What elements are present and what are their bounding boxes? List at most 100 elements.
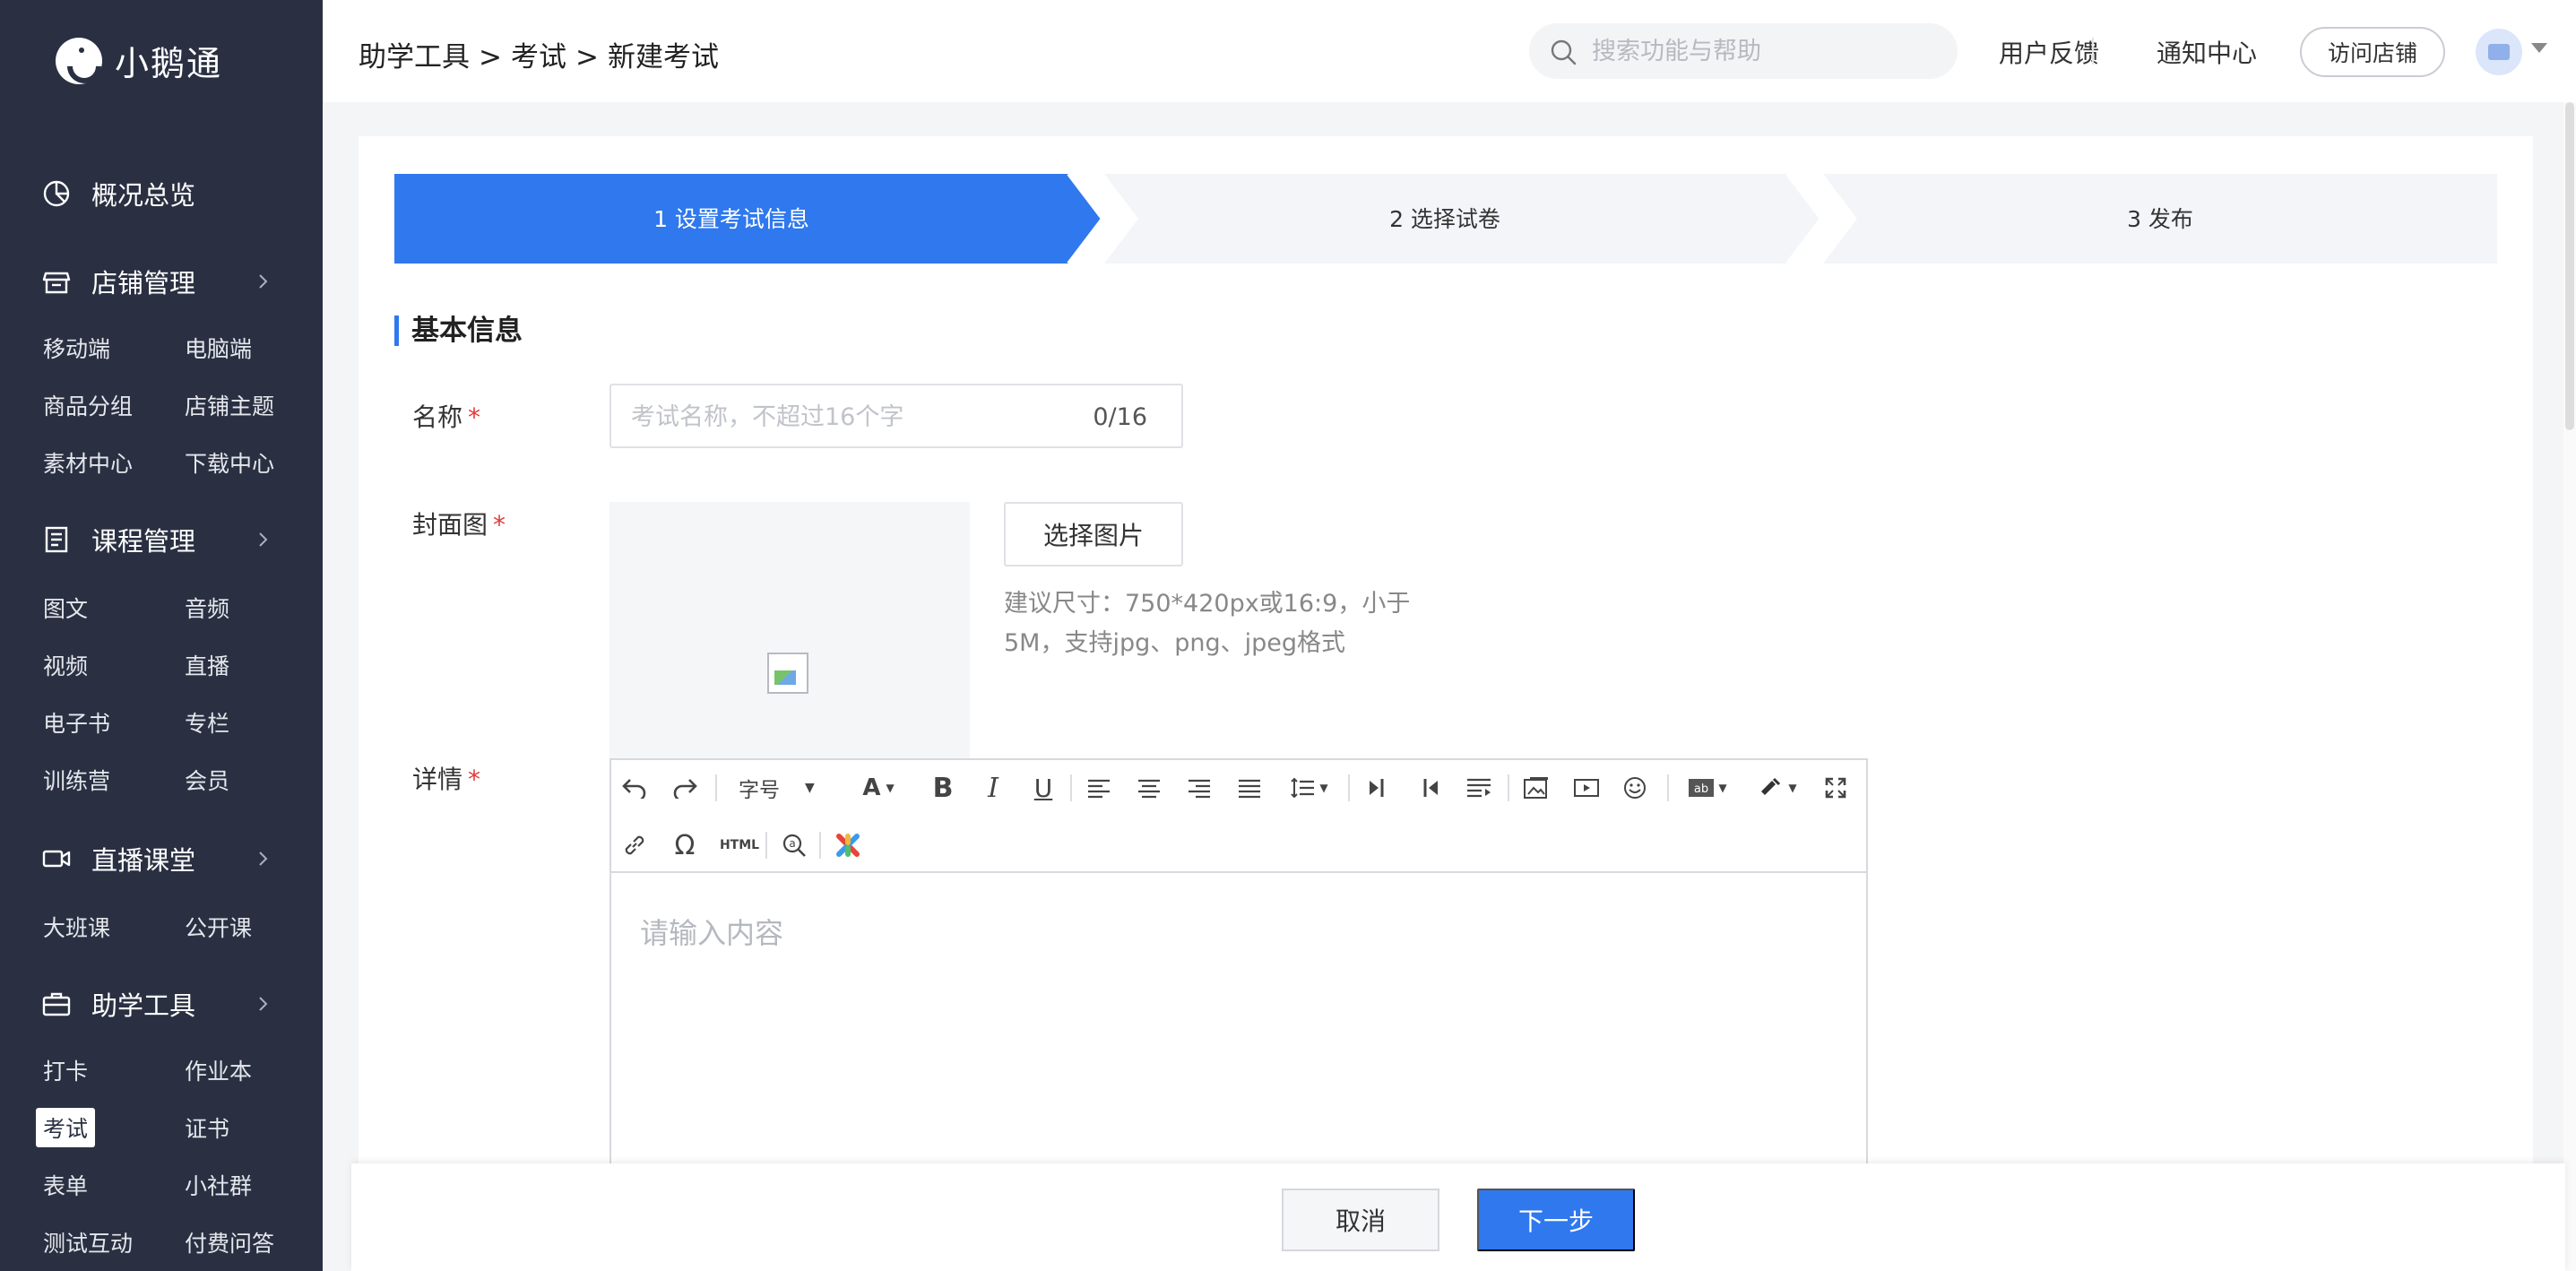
breadcrumb: 助学工具 > 考试 > 新建考试: [359, 34, 719, 74]
font-color-icon[interactable]: A ▼: [851, 771, 905, 805]
nav-group-store[interactable]: 店铺管理: [41, 262, 278, 301]
scrollbar[interactable]: [2563, 102, 2576, 1271]
visit-store-button[interactable]: 访问店铺: [2300, 27, 2445, 77]
divider: [2092, 38, 2094, 65]
indent-left-icon[interactable]: [1361, 771, 1396, 805]
sidebar-item-mobile[interactable]: 移动端: [43, 332, 110, 364]
nav-group-live-class[interactable]: 直播课堂: [41, 839, 278, 878]
cancel-button[interactable]: 取消: [1282, 1189, 1439, 1251]
sidebar-item-member[interactable]: 会员: [185, 764, 229, 796]
sidebar-item-material[interactable]: 素材中心: [43, 446, 133, 479]
fullscreen-icon[interactable]: [1818, 771, 1854, 805]
nav-overview[interactable]: 概况总览: [41, 174, 278, 213]
breadcrumb-item-exam[interactable]: 考试: [511, 41, 566, 73]
align-center-icon[interactable]: [1131, 771, 1167, 805]
undo-icon[interactable]: [617, 771, 653, 805]
redo-icon[interactable]: [667, 771, 703, 805]
chevron-right-icon: [259, 274, 268, 289]
sidebar-item-product-group[interactable]: 商品分组: [43, 389, 133, 421]
sidebar-item-homework[interactable]: 作业本: [185, 1054, 252, 1086]
search-icon: [1551, 39, 1577, 65]
underline-icon[interactable]: U: [1025, 771, 1061, 805]
breadcrumb-separator: >: [575, 41, 599, 73]
sidebar-item-ebook[interactable]: 电子书: [43, 706, 110, 739]
brand-logo-icon: [56, 37, 102, 84]
indent-right-icon[interactable]: [1411, 771, 1447, 805]
document-icon: [45, 526, 68, 553]
detail-label-text: 详情: [412, 765, 463, 794]
html-source-icon[interactable]: HTML: [717, 828, 762, 862]
sidebar-item-exam[interactable]: 考试: [36, 1108, 96, 1147]
nav-overview-label: 概况总览: [91, 180, 196, 211]
nav-group-tools[interactable]: 助学工具: [41, 984, 278, 1024]
bold-icon[interactable]: B: [925, 771, 961, 805]
sidebar-item-camp[interactable]: 训练营: [43, 764, 110, 796]
sidebar-item-download[interactable]: 下载中心: [185, 446, 274, 479]
avatar[interactable]: [2476, 29, 2522, 75]
feedback-link[interactable]: 用户反馈: [1999, 34, 2099, 70]
steps-bar: 1 设置考试信息 2 选择试卷 3 发布: [394, 174, 2497, 264]
name-input[interactable]: [631, 398, 1061, 436]
sidebar-item-paid-qa[interactable]: 付费问答: [185, 1226, 274, 1258]
toolbar-separator: [1070, 774, 1072, 801]
chevron-right-icon: [259, 532, 268, 547]
sidebar-item-certificate[interactable]: 证书: [185, 1111, 229, 1144]
broken-image-icon: [767, 653, 808, 694]
align-right-icon[interactable]: [1181, 771, 1217, 805]
brand[interactable]: 小鹅通: [56, 36, 222, 85]
step-2-label: 2 选择试卷: [1389, 206, 1500, 232]
text-indent-icon[interactable]: [1461, 771, 1497, 805]
editor-toolbar: 字号 ▼ A ▼ B I U ▼ ab ▼ ▼ Ω HTML a: [611, 760, 1866, 873]
name-label-text: 名称: [412, 402, 463, 432]
sidebar-item-article[interactable]: 图文: [43, 592, 88, 624]
special-char-icon[interactable]: Ω: [667, 828, 703, 862]
notification-center-link[interactable]: 通知中心: [2157, 34, 2257, 70]
emoji-icon[interactable]: [1617, 771, 1653, 805]
sidebar-item-pc[interactable]: 电脑端: [185, 332, 252, 364]
toolbar-separator: [1508, 774, 1509, 801]
sidebar-item-store-theme[interactable]: 店铺主题: [185, 389, 274, 421]
font-size-dropdown[interactable]: 字号 ▼: [728, 771, 826, 805]
toolbar-separator: [715, 774, 717, 801]
sidebar-item-open-class[interactable]: 公开课: [185, 911, 252, 943]
line-height-icon[interactable]: ▼: [1280, 771, 1337, 805]
sidebar-item-community[interactable]: 小社群: [185, 1169, 252, 1201]
breadcrumb-item-new-exam: 新建考试: [607, 41, 719, 73]
nav-group-label: 课程管理: [91, 526, 196, 557]
caret-down-icon: ▼: [805, 781, 815, 795]
sidebar-item-big-class[interactable]: 大班课: [43, 911, 110, 943]
align-left-icon[interactable]: [1081, 771, 1117, 805]
link-icon[interactable]: [617, 828, 653, 862]
editor-placeholder[interactable]: 请输入内容: [640, 911, 783, 952]
cover-label-text: 封面图: [412, 510, 488, 540]
cover-label: 封面图 *: [412, 506, 506, 541]
italic-icon[interactable]: I: [975, 771, 1011, 805]
sidebar-item-live[interactable]: 直播: [185, 649, 229, 681]
sidebar-item-checkin[interactable]: 打卡: [43, 1054, 88, 1086]
caret-down-icon[interactable]: [2531, 43, 2547, 53]
align-justify-icon[interactable]: [1232, 771, 1267, 805]
action-bar: 取消 下一步: [351, 1163, 2565, 1271]
plugin-icon[interactable]: [830, 828, 866, 862]
search-box[interactable]: [1529, 23, 1958, 79]
topbar: 助学工具>考试>新建考试 用户反馈 通知中心 访问店铺: [323, 0, 2576, 102]
next-step-button[interactable]: 下一步: [1477, 1189, 1635, 1251]
insert-video-icon[interactable]: [1569, 771, 1604, 805]
sidebar-item-video[interactable]: 视频: [43, 649, 88, 681]
nav-group-label: 店铺管理: [91, 268, 196, 298]
format-brush-icon[interactable]: ▼: [1750, 771, 1805, 805]
choose-image-button[interactable]: 选择图片: [1004, 502, 1183, 566]
insert-image-icon[interactable]: [1518, 771, 1554, 805]
sidebar-item-quiz[interactable]: 测试互动: [43, 1226, 133, 1258]
toolbar-separator: [1667, 774, 1669, 801]
sidebar-item-column[interactable]: 专栏: [185, 706, 229, 739]
breadcrumb-item-tools[interactable]: 助学工具: [359, 41, 470, 73]
sidebar-item-audio[interactable]: 音频: [185, 592, 229, 624]
name-field[interactable]: 0/16: [609, 384, 1183, 448]
sidebar-item-form[interactable]: 表单: [43, 1169, 88, 1201]
background-color-icon[interactable]: ab ▼: [1680, 771, 1735, 805]
search-input[interactable]: [1592, 32, 1932, 70]
nav-group-course[interactable]: 课程管理: [41, 520, 278, 559]
sidebar: 小鹅通 概况总览 店铺管理 移动端 电脑端 商品分组 店铺主题 素材中心 下载中…: [0, 0, 323, 1271]
search-replace-icon[interactable]: a: [776, 828, 812, 862]
